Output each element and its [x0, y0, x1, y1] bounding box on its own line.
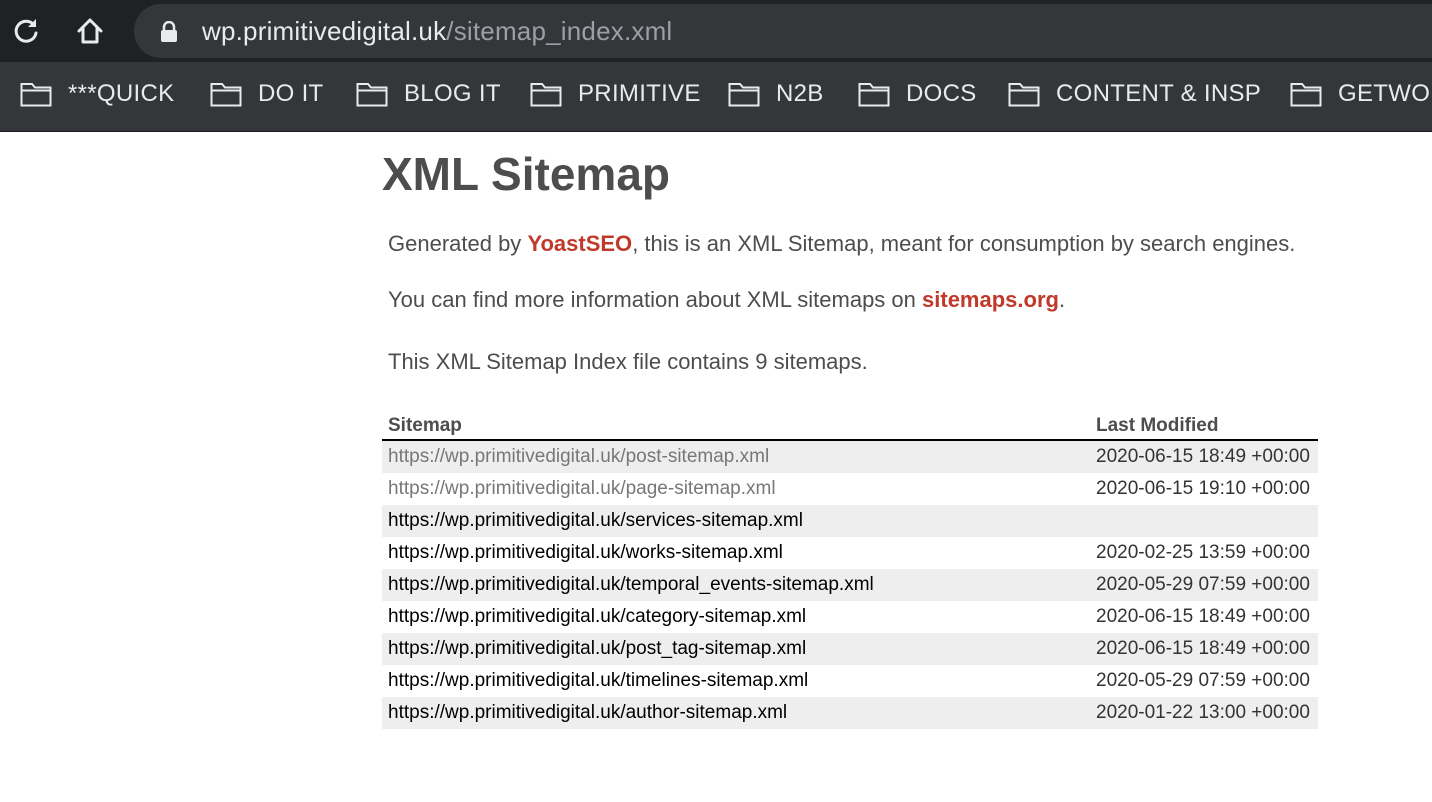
reload-icon — [14, 19, 38, 43]
intro-suffix: , this is an XML Sitemap, meant for cons… — [632, 231, 1296, 256]
sitemap-url-cell: https://wp.primitivedigital.uk/works-sit… — [382, 537, 1090, 569]
last-modified-cell — [1090, 505, 1318, 537]
bookmark-label: BLOG IT — [404, 80, 501, 107]
folder-icon — [530, 83, 562, 107]
sitemap-url-cell: https://wp.primitivedigital.uk/temporal_… — [382, 569, 1090, 601]
bookmark-blog-it[interactable]: BLOG IT — [356, 78, 501, 110]
column-header-last-modified: Last Modified — [1090, 410, 1318, 441]
url-path: /sitemap_index.xml — [446, 16, 673, 46]
last-modified-cell: 2020-06-15 19:10 +00:00 — [1096, 478, 1310, 499]
table-row: https://wp.primitivedigital.uk/post-site… — [382, 440, 1318, 473]
column-header-sitemap: Sitemap — [382, 410, 1090, 441]
folder-icon — [210, 83, 242, 107]
table-row: https://wp.primitivedigital.uk/temporal_… — [382, 569, 1318, 601]
bookmarks-bar: ***QUICK DO IT BLOG IT PRIMITIVE N2B DOC… — [0, 62, 1432, 132]
home-icon — [77, 18, 103, 44]
bookmark-label: DO IT — [258, 80, 324, 107]
bookmark-label: ***QUICK — [68, 80, 175, 107]
table-header-row: Sitemap Last Modified — [382, 410, 1318, 441]
bookmark-content-insp[interactable]: CONTENT & INSP — [1008, 78, 1261, 110]
sitemap-link[interactable]: https://wp.primitivedigital.uk/temporal_… — [388, 574, 874, 595]
sitemap-url-cell: https://wp.primitivedigital.uk/post_tag-… — [382, 633, 1090, 665]
sitemap-url-cell: https://wp.primitivedigital.uk/post-site… — [382, 440, 1090, 473]
table-row: https://wp.primitivedigital.uk/category-… — [382, 601, 1318, 633]
browser-chrome: wp.primitivedigital.uk/sitemap_index.xml… — [0, 0, 1432, 132]
sitemaps-org-link[interactable]: sitemaps.org — [922, 287, 1059, 312]
bookmark-docs[interactable]: DOCS — [858, 78, 977, 110]
folder-icon — [1290, 83, 1322, 107]
intro-prefix: Generated by — [388, 231, 528, 256]
sitemap-url-cell: https://wp.primitivedigital.uk/category-… — [382, 601, 1090, 633]
folder-icon — [858, 83, 890, 107]
bookmark-label: N2B — [776, 80, 824, 107]
table-row: https://wp.primitivedigital.uk/post_tag-… — [382, 633, 1318, 665]
bookmark-label: DOCS — [906, 80, 977, 107]
info-prefix: You can find more information about XML … — [388, 287, 923, 312]
sitemap-url-cell: https://wp.primitivedigital.uk/page-site… — [382, 473, 1090, 505]
reload-button[interactable] — [6, 11, 46, 51]
sitemap-link[interactable]: https://wp.primitivedigital.uk/post-site… — [388, 446, 769, 467]
folder-icon — [1008, 83, 1040, 107]
last-modified-cell: 2020-06-15 18:49 +00:00 — [1090, 440, 1318, 473]
last-modified-cell: 2020-05-29 07:59 +00:00 — [1090, 569, 1318, 601]
last-modified-cell: 2020-05-29 07:59 +00:00 — [1096, 670, 1310, 691]
url-host: wp.primitivedigital.uk — [202, 16, 447, 46]
sitemap-link[interactable]: https://wp.primitivedigital.uk/post_tag-… — [388, 638, 806, 659]
sitemap-link[interactable]: https://wp.primitivedigital.uk/timelines… — [388, 670, 808, 691]
folder-icon — [728, 83, 760, 107]
folder-icon — [20, 83, 52, 107]
bookmark-getwork[interactable]: GETWORK — [1290, 78, 1432, 110]
folder-icon — [356, 83, 388, 107]
bookmark-n2b[interactable]: N2B — [728, 78, 824, 110]
table-row: https://wp.primitivedigital.uk/author-si… — [382, 697, 1318, 729]
bookmark-do-it[interactable]: DO IT — [210, 78, 324, 110]
last-modified-cell: 2020-06-15 18:49 +00:00 — [1096, 606, 1310, 627]
bookmark-label: CONTENT & INSP — [1056, 80, 1262, 107]
info-suffix: . — [1058, 287, 1066, 312]
address-bar[interactable]: wp.primitivedigital.uk/sitemap_index.xml — [134, 4, 1432, 58]
sitemap-link[interactable]: https://wp.primitivedigital.uk/author-si… — [388, 702, 787, 723]
yoastseo-link[interactable]: YoastSEO — [527, 231, 632, 256]
bookmark-label: PRIMITIVE — [578, 80, 701, 107]
table-row: https://wp.primitivedigital.uk/works-sit… — [382, 537, 1318, 569]
browser-toolbar: wp.primitivedigital.uk/sitemap_index.xml — [0, 0, 1432, 62]
intro-text: Generated by YoastSEO, this is an XML Si… — [388, 231, 1295, 257]
home-button[interactable] — [70, 11, 110, 51]
last-modified-cell: 2020-01-22 13:00 +00:00 — [1090, 697, 1318, 729]
page-title: XML Sitemap — [382, 148, 670, 200]
table-row: https://wp.primitivedigital.uk/page-site… — [382, 473, 1318, 505]
sitemap-url-cell: https://wp.primitivedigital.uk/author-si… — [382, 697, 1090, 729]
url-text[interactable]: wp.primitivedigital.uk/sitemap_index.xml — [202, 14, 672, 48]
table-row: https://wp.primitivedigital.uk/timelines… — [382, 665, 1318, 697]
sitemap-link[interactable]: https://wp.primitivedigital.uk/services-… — [388, 510, 803, 531]
sitemap-link[interactable]: https://wp.primitivedigital.uk/works-sit… — [388, 542, 783, 563]
sitemap-link[interactable]: https://wp.primitivedigital.uk/page-site… — [388, 478, 776, 499]
bookmark-label: GETWORK — [1338, 80, 1432, 107]
lock-icon — [161, 21, 177, 42]
sitemap-link[interactable]: https://wp.primitivedigital.uk/category-… — [388, 606, 806, 627]
bookmark-quick[interactable]: ***QUICK — [20, 78, 174, 110]
info-text: You can find more information about XML … — [388, 287, 1065, 313]
bookmark-primitive[interactable]: PRIMITIVE — [530, 78, 701, 110]
last-modified-cell: 2020-02-25 13:59 +00:00 — [1096, 542, 1310, 563]
sitemap-count-text: This XML Sitemap Index file contains 9 s… — [388, 349, 868, 374]
table-row: https://wp.primitivedigital.uk/services-… — [382, 505, 1318, 537]
last-modified-cell: 2020-06-15 18:49 +00:00 — [1090, 633, 1318, 665]
sitemap-url-cell: https://wp.primitivedigital.uk/services-… — [382, 505, 1090, 537]
sitemap-table: Sitemap Last Modified https://wp.primiti… — [382, 410, 1318, 729]
sitemap-url-cell: https://wp.primitivedigital.uk/timelines… — [382, 665, 1090, 697]
